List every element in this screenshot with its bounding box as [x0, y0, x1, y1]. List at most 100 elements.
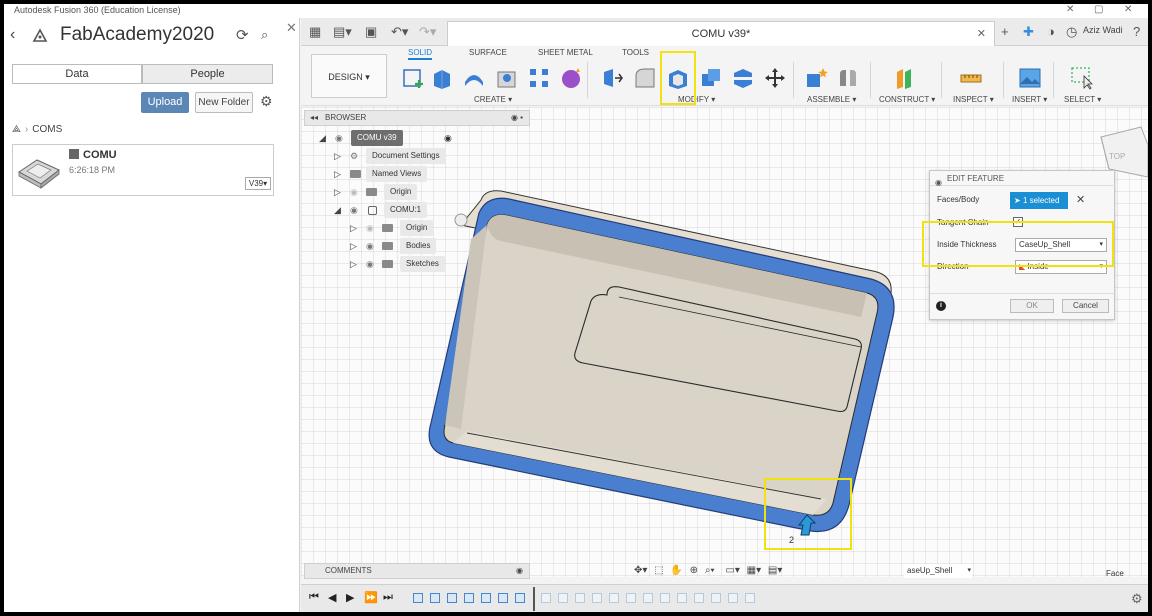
- collapse-icon[interactable]: ◂◂: [310, 111, 318, 125]
- timeline-feature-icon[interactable]: [660, 593, 670, 603]
- window-close-icon[interactable]: ✕: [1066, 4, 1074, 15]
- faces-body-selector[interactable]: ➤ 1 selected: [1010, 192, 1068, 209]
- timeline-feature-icon[interactable]: [481, 593, 491, 603]
- timeline-feature-icon[interactable]: [413, 593, 423, 603]
- window-maximize-icon[interactable]: ▢: [1094, 4, 1103, 15]
- joint-icon[interactable]: [836, 66, 860, 90]
- timeline-marker[interactable]: [533, 587, 535, 611]
- browser-row-component[interactable]: ◢ ◉ COMU:1: [334, 202, 524, 218]
- visibility-eye-icon[interactable]: ◉: [350, 202, 358, 218]
- look-at-icon[interactable]: ⬚: [654, 565, 663, 576]
- orbit-icon[interactable]: ✥▾: [634, 565, 647, 576]
- select-icon[interactable]: [1070, 66, 1094, 90]
- breadcrumb-folder[interactable]: COMS: [32, 124, 62, 135]
- upload-button[interactable]: Upload: [141, 92, 189, 113]
- timeline-feature-icon[interactable]: [575, 593, 585, 603]
- revolve-icon[interactable]: [462, 66, 486, 90]
- browser-pin-icon[interactable]: ◉ ▪: [511, 111, 523, 125]
- press-pull-icon[interactable]: [601, 66, 625, 90]
- group-inspect-label[interactable]: INSPECT ▾: [953, 95, 994, 104]
- timeline-feature-icon[interactable]: [728, 593, 738, 603]
- tab-tools[interactable]: TOOLS: [622, 48, 649, 57]
- search-icon[interactable]: ⌕: [261, 27, 268, 43]
- timeline-settings-gear-icon[interactable]: ⚙: [1131, 591, 1143, 607]
- tab-people[interactable]: People: [142, 64, 273, 84]
- new-tab-icon[interactable]: +: [1001, 24, 1009, 39]
- fillet-icon[interactable]: [633, 66, 657, 90]
- play-icon[interactable]: ▶: [346, 591, 354, 604]
- browser-row-root[interactable]: ◢ ◉ COMU v39 ◉: [319, 130, 529, 146]
- help-icon[interactable]: ?: [1133, 24, 1140, 39]
- create-sketch-icon[interactable]: [402, 66, 426, 90]
- expand-arrow-icon[interactable]: ▷: [334, 166, 341, 182]
- offset-plane-icon[interactable]: [893, 66, 917, 90]
- tab-solid[interactable]: SOLID: [408, 48, 433, 60]
- viewports-icon[interactable]: ▤▾: [768, 565, 782, 576]
- timeline-feature-icon[interactable]: [558, 593, 568, 603]
- version-dropdown[interactable]: V39▾: [245, 177, 271, 190]
- notifications-icon[interactable]: ◷: [1066, 24, 1077, 40]
- save-icon[interactable]: ▣: [365, 24, 377, 40]
- timeline-feature-icon[interactable]: [677, 593, 687, 603]
- browser-row-document-settings[interactable]: ▷ ⚙ Document Settings: [334, 148, 524, 164]
- tab-surface[interactable]: SURFACE: [469, 48, 507, 57]
- timeline-feature-icon[interactable]: [609, 593, 619, 603]
- zoom-icon[interactable]: ⊕: [690, 565, 698, 576]
- window-minimize-icon[interactable]: ✕: [1124, 4, 1132, 15]
- file-card[interactable]: COMU 6:26:18 PM V39▾: [12, 144, 274, 196]
- comments-toggle-icon[interactable]: ◉: [516, 564, 523, 578]
- clear-selection-icon[interactable]: ✕: [1076, 193, 1085, 206]
- timeline-feature-icon[interactable]: [694, 593, 704, 603]
- dialog-header[interactable]: ◉ EDIT FEATURE: [930, 171, 1116, 187]
- combine-icon[interactable]: [699, 66, 723, 90]
- expand-arrow-icon[interactable]: ▷: [350, 256, 357, 272]
- browser-row-named-views[interactable]: ▷ Named Views: [334, 166, 524, 182]
- timeline-feature-icon[interactable]: [447, 593, 457, 603]
- expand-arrow-icon[interactable]: ▷: [334, 148, 341, 164]
- hole-icon[interactable]: [495, 66, 519, 90]
- collapse-dialog-icon[interactable]: ◉: [935, 175, 942, 190]
- user-account[interactable]: Aziz Wadi: [1083, 25, 1123, 35]
- timeline-feature-icon[interactable]: [498, 593, 508, 603]
- settings-gear-icon[interactable]: ⚙: [260, 93, 273, 110]
- grid-settings-icon[interactable]: ▦▾: [747, 565, 761, 576]
- browser-header[interactable]: ◂◂ BROWSER ◉ ▪: [304, 110, 530, 126]
- new-folder-button[interactable]: New Folder: [195, 92, 253, 113]
- activate-radio-icon[interactable]: ◉: [444, 130, 452, 146]
- step-back-icon[interactable]: ◀: [328, 591, 336, 604]
- extensions-icon[interactable]: ✚: [1023, 24, 1034, 40]
- hub-icon[interactable]: ⟁: [12, 124, 21, 135]
- document-tab[interactable]: COMU v39* ✕: [447, 21, 995, 46]
- create-form-icon[interactable]: [559, 66, 583, 90]
- step-forward-icon[interactable]: ⏩: [364, 591, 378, 604]
- timeline-feature-icon[interactable]: [711, 593, 721, 603]
- timeline-feature-icon[interactable]: [515, 593, 525, 603]
- browser-row-sketches[interactable]: ▷ ◉ Sketches: [350, 256, 526, 272]
- group-create-label[interactable]: CREATE ▾: [474, 95, 512, 104]
- visibility-eye-icon[interactable]: ◉: [366, 238, 374, 254]
- visibility-eye-icon[interactable]: ◉: [366, 256, 374, 272]
- group-insert-label[interactable]: INSERT ▾: [1012, 95, 1047, 104]
- redo-icon[interactable]: ↷▾: [419, 24, 436, 40]
- browser-row-origin[interactable]: ▷ ◉ Origin: [334, 184, 524, 200]
- collapse-arrow-icon[interactable]: ◢: [334, 202, 341, 218]
- back-icon[interactable]: ‹: [10, 26, 15, 44]
- expand-arrow-icon[interactable]: ▷: [350, 238, 357, 254]
- extrude-icon[interactable]: [430, 66, 454, 90]
- comments-panel[interactable]: COMMENTS ◉: [304, 563, 530, 579]
- group-assemble-label[interactable]: ASSEMBLE ▾: [807, 95, 856, 104]
- go-to-end-icon[interactable]: ⏭: [383, 591, 393, 604]
- job-status-icon[interactable]: ◑: [1047, 24, 1055, 39]
- go-to-start-icon[interactable]: ⏮: [309, 591, 319, 604]
- file-menu-icon[interactable]: ▤▾: [333, 24, 352, 40]
- timeline-feature-icon[interactable]: [643, 593, 653, 603]
- timeline-feature-icon[interactable]: [541, 593, 551, 603]
- measure-icon[interactable]: [959, 66, 983, 90]
- cancel-button[interactable]: Cancel: [1062, 299, 1109, 313]
- info-icon[interactable]: i: [936, 301, 946, 311]
- ok-button[interactable]: OK: [1010, 299, 1054, 313]
- visibility-eye-icon[interactable]: ◉: [366, 220, 374, 236]
- move-copy-icon[interactable]: [763, 66, 787, 90]
- browser-row-bodies[interactable]: ▷ ◉ Bodies: [350, 238, 526, 254]
- tab-sheet-metal[interactable]: SHEET METAL: [538, 48, 593, 57]
